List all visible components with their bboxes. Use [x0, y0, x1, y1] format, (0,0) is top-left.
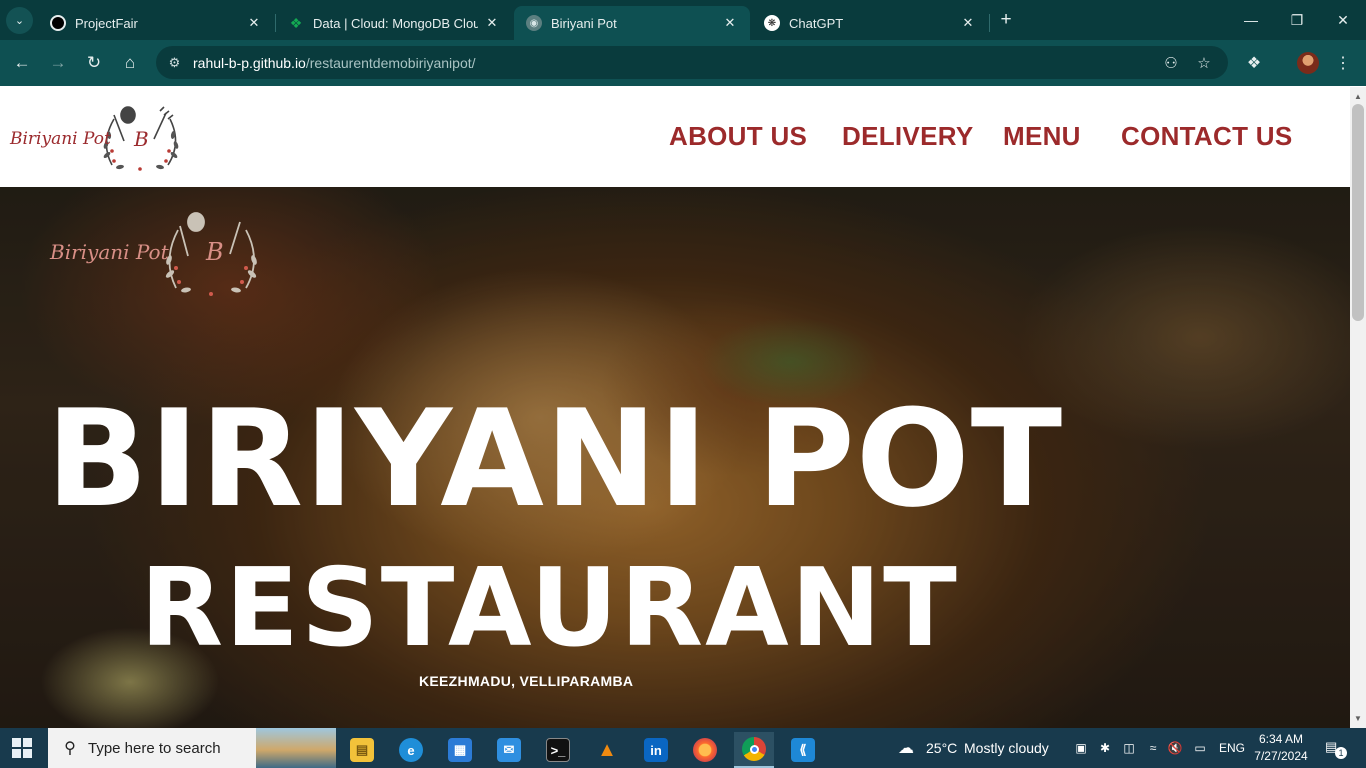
clock-time: 6:34 AM [1258, 732, 1304, 746]
taskbar-device-icon[interactable]: ▣ [1073, 740, 1089, 756]
mongodb-leaf-icon: ❖ [289, 14, 303, 31]
search-highlight-image [256, 728, 336, 768]
extensions-puzzle-icon[interactable]: ❖ [1241, 50, 1267, 76]
input-language[interactable]: ENG [1219, 728, 1245, 768]
weather-condition[interactable]: Mostly cloudy [964, 728, 1049, 768]
hero-logo: Biriyani Pot B [48, 212, 268, 302]
tab-chatgpt[interactable]: ❋ ChatGPT ✕ [752, 6, 988, 40]
translate-icon[interactable]: ⚇ [1161, 53, 1181, 73]
nav-about-us[interactable]: ABOUT US [669, 121, 807, 152]
minimize-icon[interactable]: — [1228, 6, 1274, 34]
openai-icon: ❋ [764, 15, 780, 31]
hero-banner: Biriyani Pot B BIRIYANI POT RESTAURANT K… [0, 187, 1350, 728]
close-tab-icon[interactable]: ✕ [722, 15, 738, 31]
tab-label: Data | Cloud: MongoDB Cloud [313, 15, 478, 31]
tab-label: ChatGPT [789, 15, 844, 31]
tab-mongodb[interactable]: ❖ Data | Cloud: MongoDB Cloud ✕ [276, 6, 512, 40]
hero-logo-monogram: B [206, 238, 224, 266]
tab-label: Biriyani Pot [551, 15, 617, 31]
logo-monogram: B [134, 127, 149, 151]
tab-separator [989, 14, 990, 32]
github-icon [50, 15, 66, 31]
site-header: Biriyani Pot B ABOUT US DELIVERY MENU CO… [0, 87, 1350, 187]
scroll-up-arrow-icon[interactable]: ▲ [1350, 89, 1366, 103]
file-explorer-icon[interactable]: ▤ [342, 732, 382, 768]
nav-menu[interactable]: MENU [1003, 121, 1081, 152]
bookmark-star-icon[interactable]: ☆ [1194, 53, 1214, 73]
new-tab-plus-icon[interactable]: + [995, 9, 1017, 31]
browser-tab-strip: ⌄ ProjectFair ✕ ❖ Data | Cloud: MongoDB … [0, 0, 1366, 40]
hero-title-line1: BIRIYANI POT [46, 381, 1064, 537]
search-icon: ⚲ [64, 740, 76, 757]
forward-arrow-icon[interactable]: → [45, 50, 71, 76]
site-favicon-icon: ◉ [526, 15, 542, 31]
microsoft-store-icon[interactable]: ▦ [440, 732, 480, 768]
mail-icon[interactable]: ✉ [489, 732, 529, 768]
home-icon[interactable]: ⌂ [117, 50, 143, 76]
hero-logo-wordmark: Biriyani Pot [50, 240, 169, 264]
more-menu-icon[interactable]: ⋮ [1330, 50, 1356, 76]
battery-icon[interactable]: ▭ [1192, 740, 1208, 756]
hero-location: KEEZHMADU, VELLIPARAMBA [419, 673, 634, 689]
page-scrollbar[interactable]: ▲ ▼ [1350, 87, 1366, 728]
close-tab-icon[interactable]: ✕ [960, 15, 976, 31]
bluetooth-icon[interactable]: ✱ [1097, 740, 1113, 756]
page-viewport: Biriyani Pot B ABOUT US DELIVERY MENU CO… [0, 87, 1350, 728]
hero-title-line2: RESTAURANT [140, 546, 959, 671]
site-logo[interactable]: Biriyani Pot B [8, 105, 188, 177]
chrome-icon[interactable] [734, 732, 774, 768]
windows-start-icon[interactable] [12, 738, 32, 758]
site-info-icon[interactable]: ⚙ [166, 54, 183, 71]
notification-badge: 1 [1335, 747, 1347, 759]
tab-biriyani-pot[interactable]: ◉ Biriyani Pot ✕ [514, 6, 750, 40]
url-path: /restaurentdemobiriyanipot/ [305, 55, 476, 71]
clock-date: 7/27/2024 [1254, 749, 1308, 763]
tab-label: ProjectFair [75, 15, 138, 31]
terminal-icon[interactable]: >_ [538, 732, 578, 768]
reload-icon[interactable]: ↻ [81, 50, 107, 76]
scroll-down-arrow-icon[interactable]: ▼ [1350, 711, 1366, 725]
close-tab-icon[interactable]: ✕ [484, 15, 500, 31]
tab-projectfair[interactable]: ProjectFair ✕ [38, 6, 274, 40]
profile-avatar[interactable] [1297, 52, 1319, 74]
usb-device-icon[interactable]: ◫ [1121, 740, 1137, 756]
firefox-icon[interactable] [685, 732, 725, 768]
linkedin-icon[interactable]: in [636, 732, 676, 768]
vlc-icon[interactable]: ▲ [587, 732, 627, 768]
tab-search-chevron-icon[interactable]: ⌄ [6, 7, 33, 34]
search-placeholder: Type here to search [88, 740, 221, 757]
close-tab-icon[interactable]: ✕ [246, 15, 262, 31]
restore-icon[interactable]: ❐ [1274, 6, 1320, 34]
taskbar-search-box[interactable]: ⚲ Type here to search [48, 728, 336, 768]
url-text[interactable]: rahul-b-p.github.io/restaurentdemobiriya… [193, 55, 476, 71]
windows-taskbar: ⚲ Type here to search ▤ e ▦ ✉ >_ ▲ in ⟪ … [0, 728, 1366, 768]
edge-icon[interactable]: e [391, 732, 431, 768]
volume-muted-icon[interactable]: 🔇 [1167, 740, 1183, 756]
weather-temperature[interactable]: 25°C [926, 728, 957, 768]
logo-wordmark: Biriyani Pot [10, 129, 111, 149]
address-bar[interactable]: ⚙ rahul-b-p.github.io/restaurentdemobiri… [156, 46, 1228, 79]
nav-contact-us[interactable]: CONTACT US [1121, 121, 1293, 152]
browser-toolbar: ← → ↻ ⌂ ⚙ rahul-b-p.github.io/restaurent… [0, 40, 1366, 86]
wifi-icon[interactable]: ≈ [1145, 740, 1161, 756]
nav-delivery[interactable]: DELIVERY [842, 121, 973, 152]
weather-cloud-icon[interactable]: ☁ [894, 740, 918, 757]
scrollbar-thumb[interactable] [1352, 104, 1364, 321]
system-clock[interactable]: 6:34 AM 7/27/2024 [1254, 731, 1308, 765]
back-arrow-icon[interactable]: ← [9, 50, 35, 76]
close-window-icon[interactable]: ✕ [1320, 6, 1366, 34]
vscode-icon[interactable]: ⟪ [783, 732, 823, 768]
notification-center-icon[interactable]: ▤ 1 [1325, 739, 1347, 759]
url-host: rahul-b-p.github.io [193, 55, 306, 71]
